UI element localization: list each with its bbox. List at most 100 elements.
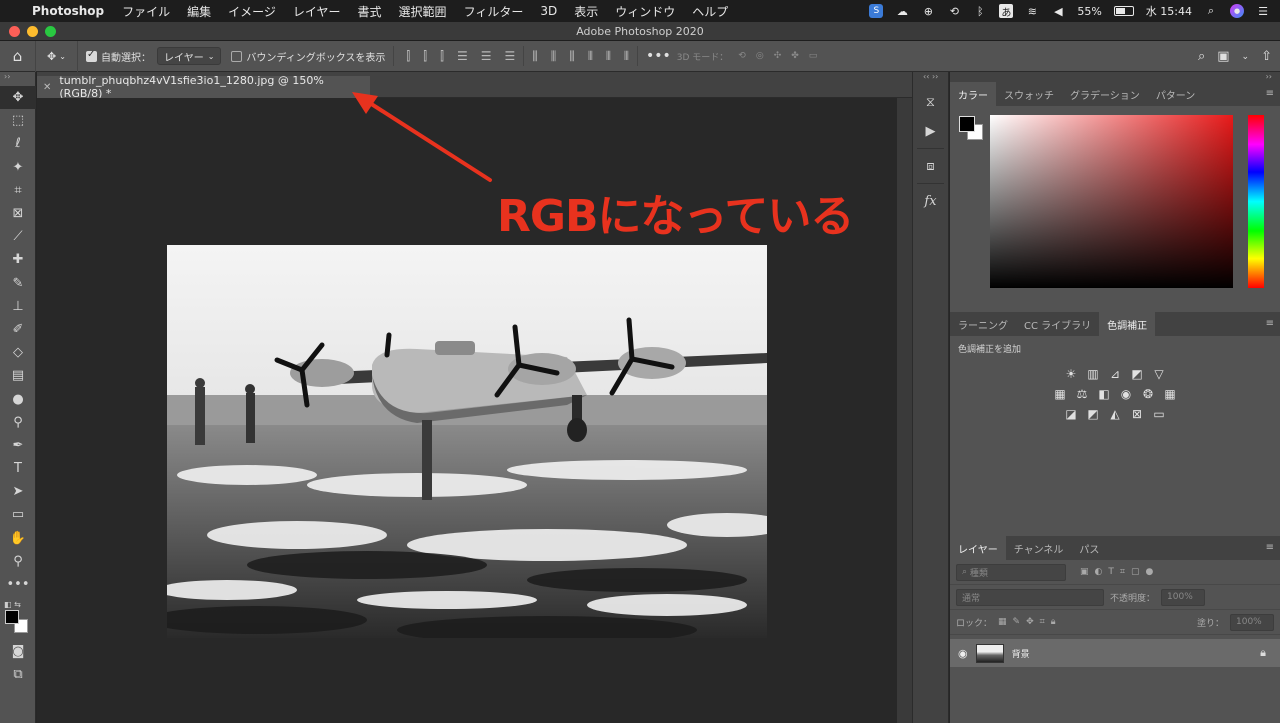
ime-icon[interactable]: あ [999, 4, 1014, 19]
status-icon[interactable]: S [869, 4, 884, 18]
3d-orbit-icon[interactable]: ⟲ [738, 51, 746, 61]
clock[interactable]: 水 15:44 [1146, 3, 1192, 19]
distribute-hcenter-icon[interactable]: ⫴ [606, 49, 611, 64]
minimize-window-button[interactable] [27, 26, 38, 37]
distribute-vcenter-icon[interactable]: ⫼ [551, 49, 557, 64]
auto-select-dropdown[interactable]: レイヤー ⌄ [157, 47, 222, 65]
lasso-tool-icon[interactable]: ℓ [0, 132, 36, 155]
filter-toggle-icon[interactable]: ● [1145, 567, 1153, 577]
styles-panel-icon[interactable]: fx [915, 188, 947, 214]
marquee-tool-icon[interactable]: ⬚ [0, 109, 36, 132]
distribute-bottom-icon[interactable]: ⫼ [569, 49, 575, 64]
rectangle-tool-icon[interactable]: ▭ [0, 503, 36, 526]
3d-drag-icon[interactable]: ✣ [774, 51, 782, 61]
healing-brush-tool-icon[interactable]: ✚ [0, 248, 36, 271]
tab-gradients[interactable]: グラデーション [1062, 82, 1148, 106]
visibility-eye-icon[interactable]: ◉ [958, 647, 968, 660]
menu-filter[interactable]: フィルター [464, 3, 524, 20]
close-tab-icon[interactable]: ✕ [43, 82, 51, 93]
creative-cloud-icon[interactable]: ☁ [895, 4, 909, 18]
black-white-icon[interactable]: ◧ [1097, 387, 1111, 401]
menu-file[interactable]: ファイル [122, 3, 170, 20]
document-tab[interactable]: ✕ tumblr_phuqbhz4vV1sfie3io1_1280.jpg @ … [37, 74, 370, 100]
panel-menu-icon[interactable]: ≡ [1266, 318, 1274, 329]
align-top-icon[interactable]: ☰ [457, 49, 468, 64]
menu-image[interactable]: イメージ [228, 3, 276, 20]
lock-position-icon[interactable]: ✥ [1026, 617, 1034, 627]
lock-all-icon[interactable]: 🔒︎ [1051, 617, 1056, 627]
lock-transparent-icon[interactable]: ▦ [998, 617, 1007, 627]
fill-field[interactable]: 100% [1230, 613, 1274, 631]
edit-toolbar-icon[interactable]: ••• [0, 573, 36, 596]
lock-artboard-icon[interactable]: ⌗ [1040, 617, 1045, 627]
eraser-tool-icon[interactable]: ◇ [0, 341, 36, 364]
vertical-scrollbar[interactable] [897, 98, 912, 723]
invert-icon[interactable]: ◪ [1064, 407, 1078, 421]
distribute-left-icon[interactable]: ⫴ [588, 49, 593, 64]
align-right-icon[interactable]: ⫿ [440, 49, 444, 64]
move-tool-icon[interactable]: ✥ [0, 86, 36, 110]
layer-row-background[interactable]: ◉ 背景 🔒︎ [950, 639, 1280, 667]
gradient-tool-icon[interactable]: ▤ [0, 364, 36, 387]
bounding-box-checkbox[interactable] [231, 50, 243, 62]
document-image[interactable] [167, 245, 767, 638]
menu-3d[interactable]: 3D [540, 4, 557, 18]
3d-scale-icon[interactable]: ▭ [809, 51, 818, 61]
history-brush-tool-icon[interactable]: ✐ [0, 318, 36, 341]
foreground-color-swatch[interactable] [5, 610, 19, 625]
magic-wand-tool-icon[interactable]: ✦ [0, 156, 36, 179]
curves-icon[interactable]: ⊿ [1108, 367, 1122, 381]
close-window-button[interactable] [9, 26, 20, 37]
hue-saturation-icon[interactable]: ▦ [1053, 387, 1067, 401]
auto-select-checkbox[interactable] [86, 49, 97, 62]
tab-patterns[interactable]: パターン [1148, 82, 1204, 106]
opacity-field[interactable]: 100% [1161, 588, 1206, 606]
share-icon[interactable]: ⇧ [1261, 49, 1272, 64]
levels-icon[interactable]: ▥ [1086, 367, 1100, 381]
dodge-tool-icon[interactable]: ⚲ [0, 411, 36, 434]
menu-type[interactable]: 書式 [358, 3, 382, 20]
color-field[interactable] [990, 115, 1233, 288]
align-vcenter-icon[interactable]: ☰ [481, 49, 492, 64]
align-left-icon[interactable]: ⫿ [406, 49, 410, 64]
tab-channels[interactable]: チャンネル [1006, 536, 1072, 560]
3d-slide-icon[interactable]: ✤ [791, 51, 799, 61]
tab-color[interactable]: カラー [950, 82, 996, 106]
filter-pixel-icon[interactable]: ▣ [1080, 567, 1089, 577]
screen-mode-icon[interactable]: ⧉ [0, 663, 36, 686]
stamp-tool-icon[interactable]: ⊥ [0, 295, 36, 318]
filter-adjustment-icon[interactable]: ◐ [1095, 567, 1103, 577]
hand-tool-icon[interactable]: ✋ [0, 527, 36, 550]
align-hcenter-icon[interactable]: ⫿ [423, 49, 427, 64]
wifi-icon[interactable]: ≋ [1025, 4, 1039, 18]
menu-edit[interactable]: 編集 [187, 3, 211, 20]
menu-select[interactable]: 選択範囲 [399, 3, 447, 20]
vibrance-icon[interactable]: ▽ [1152, 367, 1166, 381]
photo-filter-icon[interactable]: ◉ [1119, 387, 1133, 401]
foreground-color-swatch[interactable] [959, 116, 975, 132]
tab-swatches[interactable]: スウォッチ [996, 82, 1062, 106]
menu-window[interactable]: ウィンドウ [615, 3, 675, 20]
quick-mask-icon[interactable]: ◙ [0, 640, 36, 663]
volume-icon[interactable]: ◀ [1051, 4, 1065, 18]
more-options-icon[interactable]: ••• [646, 48, 671, 64]
color-balance-icon[interactable]: ⚖ [1075, 387, 1089, 401]
collapse-panels-icon[interactable]: ›› [950, 72, 1280, 82]
layer-lock-icon[interactable]: 🔒︎ [1260, 646, 1266, 660]
menu-layer[interactable]: レイヤー [293, 3, 341, 20]
tab-cc-libraries[interactable]: CC ライブラリ [1016, 312, 1099, 336]
filter-smart-object-icon[interactable]: ▢ [1131, 567, 1140, 577]
blend-mode-dropdown[interactable]: 通常 [956, 588, 1104, 606]
home-icon[interactable]: ⌂ [0, 40, 36, 72]
gradient-map-icon[interactable]: ▭ [1152, 407, 1166, 421]
3d-panel-icon[interactable]: ⧈ [915, 153, 947, 179]
tab-adjustments[interactable]: 色調補正 [1099, 312, 1156, 336]
filter-type-icon[interactable]: T [1108, 567, 1114, 577]
exposure-icon[interactable]: ◩ [1130, 367, 1144, 381]
bluetooth-icon[interactable]: ᛒ [973, 4, 987, 18]
menu-help[interactable]: ヘルプ [692, 3, 728, 20]
channel-mixer-icon[interactable]: ❂ [1141, 387, 1155, 401]
lock-image-icon[interactable]: ✎ [1013, 617, 1021, 627]
frame-tool-icon[interactable]: ⊠ [0, 202, 36, 225]
notification-center-icon[interactable]: ☰ [1256, 4, 1270, 18]
